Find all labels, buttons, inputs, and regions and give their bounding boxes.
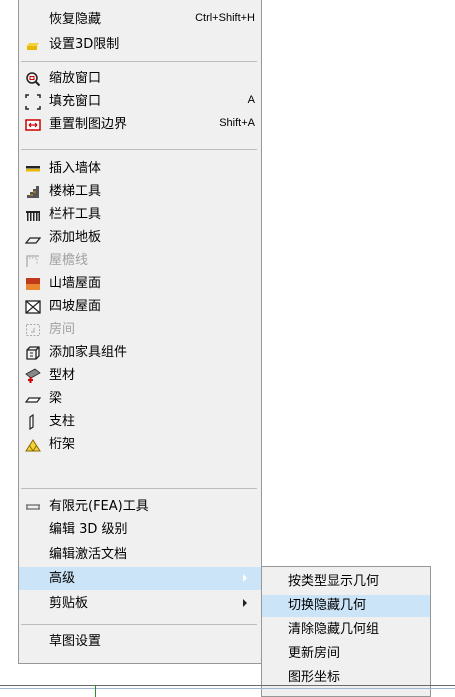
canvas-border [0,685,455,686]
beam-icon [25,391,41,407]
canvas-border-secondary [0,688,455,689]
menu-separator [21,624,257,625]
menu-item-add-floor[interactable]: 添加地板 [19,226,261,249]
menu-item-label: 有限元(FEA)工具 [49,499,149,514]
railing-icon [25,207,41,223]
menu-separator [21,488,257,489]
menu-item-clipboard[interactable]: 剪贴板 [19,592,261,615]
column-icon [25,414,41,430]
menu-item-label: 梁 [49,391,63,406]
menu-separator [21,61,257,62]
menu-item-label: 填充窗口 [49,94,102,109]
menu-item-label: 草图设置 [49,634,102,649]
menu-item-advanced[interactable]: 高级 [19,567,261,590]
menu-item-label: 重置制图边界 [49,117,128,132]
menu-item-label: 山墙屋面 [49,276,102,291]
axis-marker [95,685,96,697]
menu-item-shortcut: Ctrl+Shift+H [195,12,255,24]
menu-item-edit-active-doc[interactable]: 编辑激活文档 [19,543,261,566]
truss-icon [25,437,41,453]
menu-item-label: 桁架 [49,437,76,452]
menu-item-fea-tool[interactable]: 有限元(FEA)工具 [19,495,261,518]
zoom-window-icon [25,71,41,87]
menu-item-label: 高级 [49,571,76,586]
submenu-item-label: 切换隐藏几何 [288,598,367,613]
menu-item-hip-roof[interactable]: 四坡屋面 [19,295,261,318]
submenu-item-label: 更新房间 [288,646,341,661]
menu-item-label: 楼梯工具 [49,184,102,199]
menu-item-restore-hidden[interactable]: 恢复隐藏 Ctrl+Shift+H [19,8,261,31]
menu-item-column[interactable]: 支柱 [19,410,261,433]
menu-item-label: 插入墙体 [49,161,102,176]
menu-item-label: 编辑激活文档 [49,547,128,562]
furniture-icon [25,345,41,361]
menu-item-label: 缩放窗口 [49,71,102,86]
hip-roof-icon [25,299,41,315]
menu-item-sketch-settings[interactable]: 草图设置 [19,630,261,653]
menu-item-edit-3d-level[interactable]: 编辑 3D 级别 [19,518,261,541]
menu-item-fill-window[interactable]: 填充窗口 A [19,90,261,113]
eave-icon [25,253,41,269]
submenu-item-label: 清除隐藏几何组 [288,622,380,637]
submenu-item-show-by-type[interactable]: 按类型显示几何 [262,571,430,593]
fea-icon [25,499,41,515]
floor-icon [25,230,41,246]
advanced-submenu: 按类型显示几何 切换隐藏几何 清除隐藏几何组 更新房间 图形坐标 [261,566,431,697]
menu-item-label: 恢复隐藏 [49,12,102,27]
menu-item-room[interactable]: 房间 [19,318,261,341]
submenu-item-update-rooms[interactable]: 更新房间 [262,643,430,665]
menu-item-eave-line[interactable]: 屋檐线 [19,249,261,272]
menu-item-zoom-window[interactable]: 缩放窗口 [19,67,261,90]
wall-icon [25,161,41,177]
gable-roof-icon [25,276,41,292]
reset-bounds-icon [25,117,41,133]
menu-item-label: 栏杆工具 [49,207,102,222]
yellow-box-icon [25,37,41,53]
menu-item-label: 四坡屋面 [49,299,102,314]
fill-window-icon [25,94,41,110]
menu-item-label: 添加家具组件 [49,345,128,360]
profile-icon [25,368,41,384]
menu-item-label: 房间 [49,322,76,337]
context-menu: 恢复隐藏 Ctrl+Shift+H 设置3D限制 缩放窗口 填充窗口 A 重置制… [18,0,262,664]
submenu-item-label: 按类型显示几何 [288,574,380,589]
menu-item-label: 添加地板 [49,230,102,245]
submenu-item-clear-hidden-group[interactable]: 清除隐藏几何组 [262,619,430,641]
room-icon [25,322,41,338]
menu-item-shortcut: A [247,94,255,106]
menu-item-truss[interactable]: 桁架 [19,433,261,456]
menu-item-label: 编辑 3D 级别 [49,522,128,537]
menu-item-label: 屋檐线 [49,253,89,268]
menu-item-insert-wall[interactable]: 插入墙体 [19,157,261,180]
menu-item-add-furniture[interactable]: 添加家具组件 [19,341,261,364]
submenu-arrow-icon [243,599,247,607]
menu-separator [21,149,257,150]
submenu-item-toggle-hidden[interactable]: 切换隐藏几何 [262,595,430,617]
menu-item-stair-tool[interactable]: 楼梯工具 [19,180,261,203]
menu-item-label: 型材 [49,368,76,383]
menu-item-gable-roof[interactable]: 山墙屋面 [19,272,261,295]
menu-item-shortcut: Shift+A [219,117,255,129]
submenu-arrow-icon [243,574,247,582]
menu-item-set-3d-limits[interactable]: 设置3D限制 [19,33,261,56]
menu-item-reset-bounds[interactable]: 重置制图边界 Shift+A [19,113,261,136]
submenu-item-label: 图形坐标 [288,670,341,685]
menu-item-railing-tool[interactable]: 栏杆工具 [19,203,261,226]
menu-item-label: 设置3D限制 [49,37,120,52]
menu-item-profile[interactable]: 型材 [19,364,261,387]
menu-item-label: 支柱 [49,414,76,429]
menu-item-label: 剪贴板 [49,596,89,611]
menu-item-beam[interactable]: 梁 [19,387,261,410]
stair-icon [25,184,41,200]
